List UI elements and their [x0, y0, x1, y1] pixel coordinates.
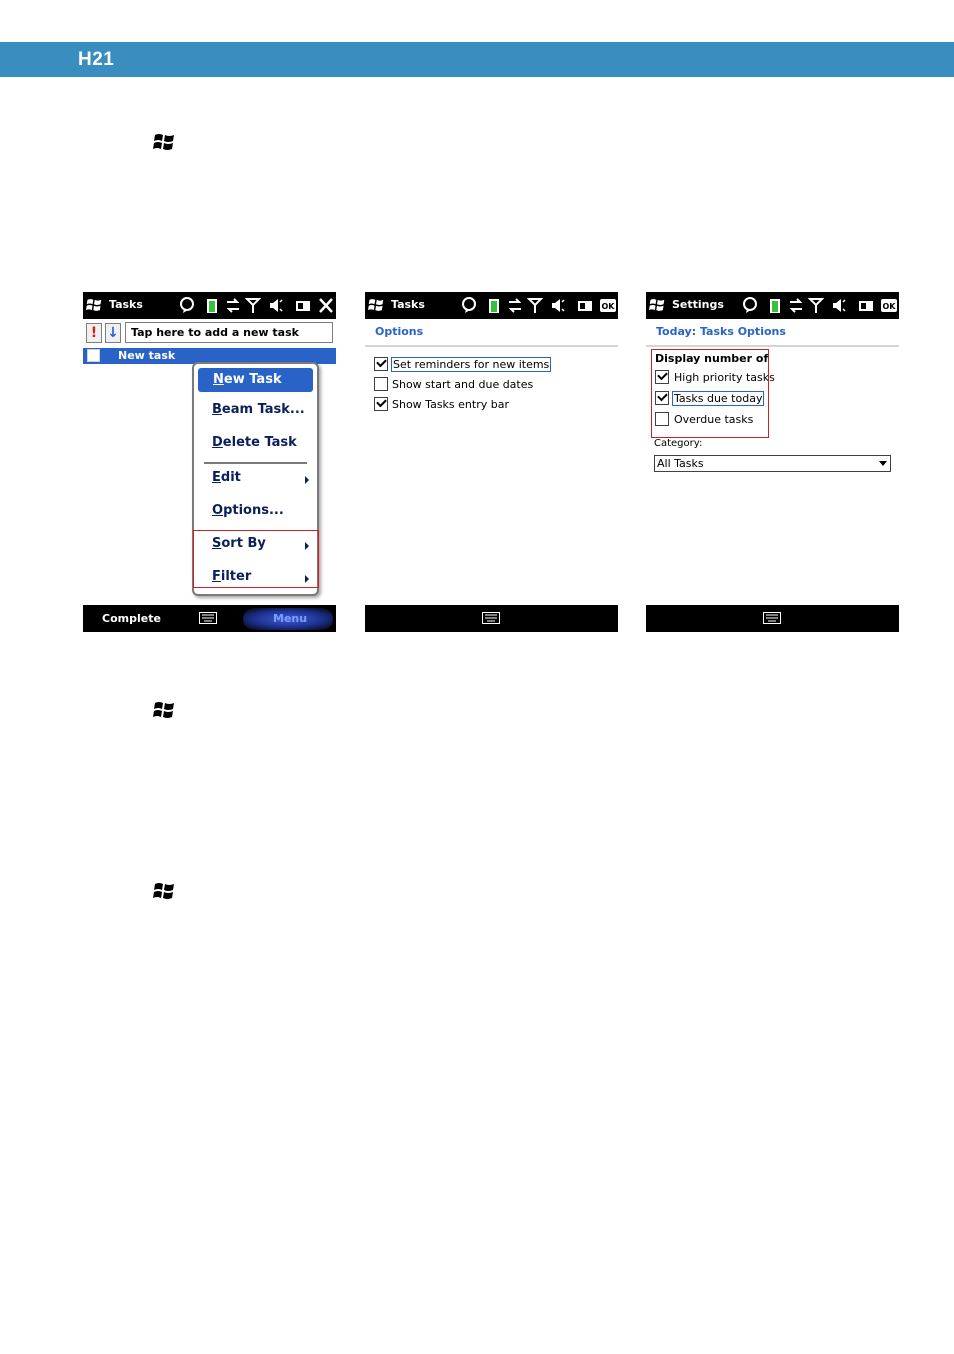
page-title: H21	[78, 49, 115, 70]
close-icon[interactable]	[318, 297, 334, 314]
screenshot-today-tasks-options: Settings OK Today: Tasks Options Display…	[646, 292, 899, 632]
category-select[interactable]: All Tasks	[654, 455, 891, 472]
notification-icon[interactable]	[742, 297, 758, 314]
category-select-value: All Tasks	[657, 457, 704, 470]
windows-start-icon[interactable]	[649, 297, 665, 313]
new-task-input[interactable]: Tap here to add a new task	[125, 322, 333, 343]
menu-item-new-task-label: ew Task	[223, 372, 282, 387]
start-due-dates-label[interactable]: Show start and due dates	[392, 378, 533, 391]
app-title: Settings	[672, 298, 724, 311]
menu-item-options-mnemonic: O	[212, 503, 224, 518]
notification-icon[interactable]	[461, 297, 477, 314]
speaker-icon[interactable]	[268, 297, 284, 314]
menu-item-delete-task-label: elete Task	[222, 435, 297, 450]
windows-start-icon[interactable]	[86, 297, 102, 313]
svg-text:OK: OK	[883, 302, 897, 311]
page-header-bar: H21	[0, 42, 954, 77]
today-options-page-header: Today: Tasks Options	[656, 325, 786, 338]
menu-item-edit-mnemonic: E	[212, 470, 221, 485]
menu-item-delete-task[interactable]: Delete Task	[212, 435, 297, 450]
softkey-bar	[365, 605, 618, 632]
task-row-label: New task	[118, 349, 176, 362]
connection-icon[interactable]	[295, 297, 311, 314]
windows-start-icon[interactable]	[368, 297, 384, 313]
signal-antenna-icon[interactable]	[527, 297, 543, 314]
connection-icon[interactable]	[577, 297, 593, 314]
sync-arrows-icon[interactable]	[788, 297, 804, 314]
svg-text:OK: OK	[602, 302, 616, 311]
status-bar: Settings OK	[646, 292, 899, 319]
notification-icon[interactable]	[179, 297, 195, 314]
ok-button-icon[interactable]: OK	[600, 297, 616, 314]
connection-icon[interactable]	[858, 297, 874, 314]
options-page-header: Options	[375, 325, 424, 338]
reminders-label[interactable]: Set reminders for new items	[391, 357, 552, 372]
app-title: Tasks	[109, 298, 143, 311]
complete-softkey[interactable]: Complete	[102, 612, 161, 625]
menu-item-options-label: ptions...	[223, 503, 284, 518]
ok-button-icon[interactable]: OK	[881, 297, 897, 314]
speaker-icon[interactable]	[831, 297, 847, 314]
status-bar: Tasks OK	[365, 292, 618, 319]
app-title: Tasks	[391, 298, 425, 311]
low-priority-button[interactable]: ↓	[105, 323, 121, 343]
menu-item-new-task-mnemonic: N	[213, 372, 224, 387]
highlight-callout-box	[651, 349, 769, 438]
signal-antenna-icon[interactable]	[808, 297, 824, 314]
menu-softkey[interactable]: Menu	[273, 612, 307, 625]
menu-item-delete-task-mnemonic: D	[212, 435, 223, 450]
sync-arrows-icon[interactable]	[225, 297, 241, 314]
softkey-bar: Complete Menu	[83, 605, 336, 632]
menu-item-options[interactable]: Options...	[212, 503, 284, 518]
speaker-icon[interactable]	[550, 297, 566, 314]
screenshot-tasks-menu: Tasks ! ↓ Tap here to add a new task New…	[83, 292, 336, 632]
softkey-bar	[646, 605, 899, 632]
signal-antenna-icon[interactable]	[245, 297, 261, 314]
high-priority-button[interactable]: !	[86, 323, 102, 343]
menu-item-new-task[interactable]: New Task	[198, 368, 313, 392]
menu-item-beam-task-label: eam Task...	[221, 402, 305, 417]
menu-item-edit-label: dit	[220, 470, 241, 485]
sync-arrows-icon[interactable]	[507, 297, 523, 314]
entry-bar-label[interactable]: Show Tasks entry bar	[392, 398, 509, 411]
highlight-callout-box	[193, 530, 319, 588]
header-separator	[646, 345, 899, 347]
task-complete-checkbox[interactable]	[87, 349, 100, 362]
task-entry-bar: ! ↓ Tap here to add a new task	[83, 319, 336, 346]
menu-item-beam-task-mnemonic: B	[212, 402, 222, 417]
start-due-dates-checkbox[interactable]	[374, 377, 388, 391]
status-bar: Tasks	[83, 292, 336, 319]
header-separator	[365, 345, 618, 347]
keyboard-icon[interactable]	[482, 612, 500, 624]
submenu-arrow-icon	[305, 476, 309, 484]
battery-icon[interactable]	[767, 297, 783, 314]
keyboard-icon[interactable]	[763, 612, 781, 624]
dropdown-arrow-icon[interactable]	[879, 461, 887, 466]
battery-icon[interactable]	[486, 297, 502, 314]
menu-item-edit[interactable]: Edit	[212, 470, 241, 485]
entry-bar-checkbox[interactable]	[374, 396, 388, 411]
reminders-checkbox[interactable]	[374, 356, 388, 371]
windows-start-icon	[153, 883, 174, 899]
menu-separator	[204, 462, 307, 464]
battery-icon[interactable]	[204, 297, 220, 314]
keyboard-icon[interactable]	[199, 612, 217, 624]
windows-start-icon	[153, 702, 174, 718]
menu-item-beam-task[interactable]: Beam Task...	[212, 402, 305, 417]
windows-start-icon	[153, 134, 174, 150]
category-label: Category:	[654, 438, 703, 449]
screenshot-tasks-options: Tasks OK Options Set reminders for new i…	[365, 292, 618, 632]
